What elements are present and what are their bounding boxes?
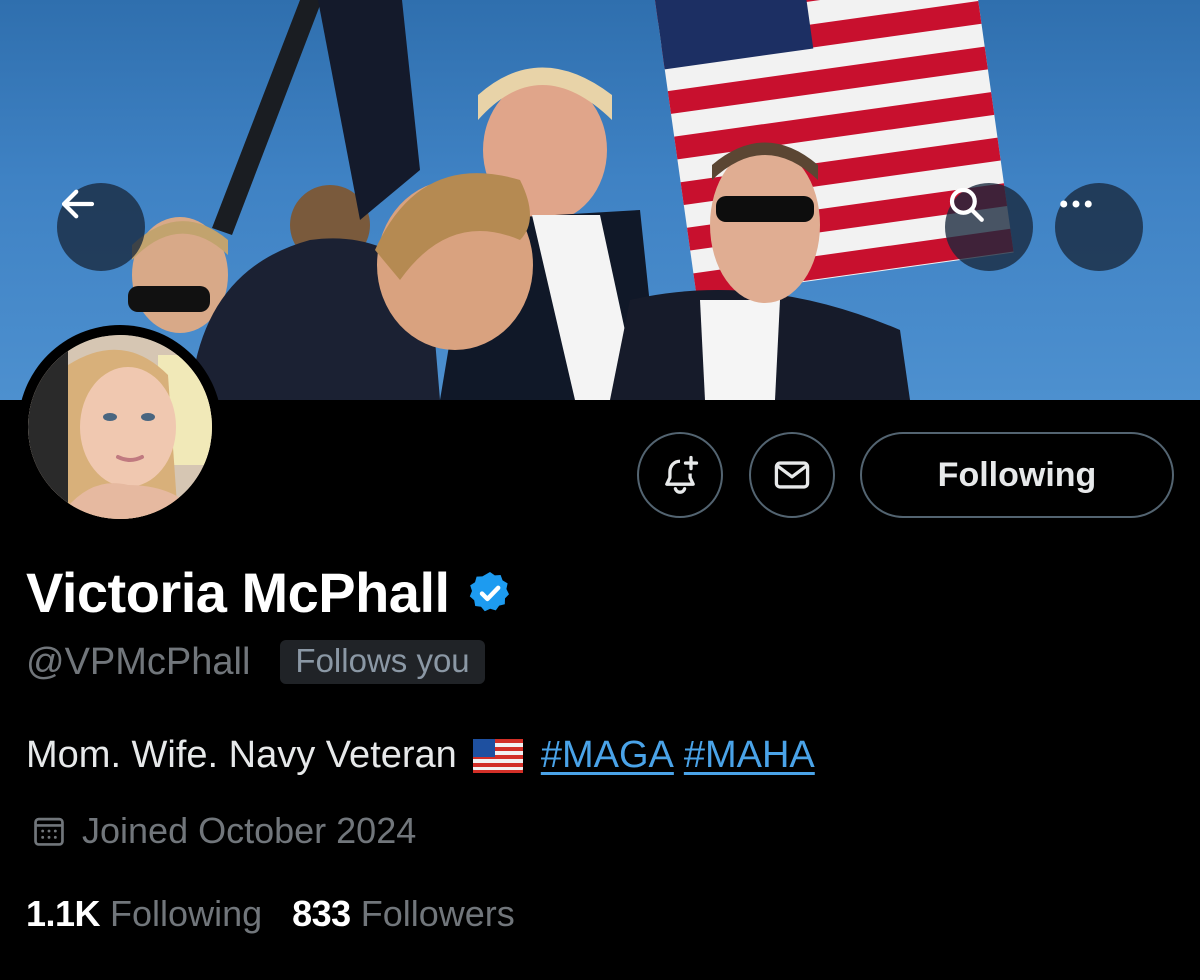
username-handle: @VPMcPhall: [26, 640, 251, 683]
more-horizontal-icon: [1060, 200, 1092, 208]
following-button[interactable]: Following: [860, 432, 1174, 518]
joined-date-text: Joined October 2024: [82, 810, 417, 851]
profile-name-row: Victoria McPhall: [26, 560, 514, 625]
hashtag-link-maha[interactable]: #MAHA: [684, 734, 815, 777]
followers-label: Followers: [360, 893, 515, 934]
display-name: Victoria McPhall: [26, 561, 450, 624]
avatar-photo: [28, 335, 212, 519]
following-label: Following: [110, 893, 263, 934]
avatar-frame: [18, 325, 222, 529]
message-button[interactable]: [749, 432, 835, 518]
following-stat-link[interactable]: 1.1K Following: [26, 893, 262, 935]
calendar-icon: [34, 817, 64, 846]
search-button[interactable]: [945, 183, 1033, 271]
profile-banner[interactable]: [0, 0, 1200, 400]
envelope-icon: [774, 461, 810, 489]
bio-text: Mom. Wife. Navy Veteran: [26, 734, 457, 776]
followers-count: 833: [292, 893, 351, 934]
following-button-label: Following: [937, 455, 1097, 494]
profile-bio: Mom. Wife. Navy Veteran #MAGA #MAHA: [26, 734, 825, 777]
follow-stats: 1.1K Following 833 Followers: [26, 893, 545, 935]
followers-stat-link[interactable]: 833 Followers: [292, 893, 515, 935]
search-icon: [949, 187, 984, 222]
follows-you-badge: Follows you: [280, 640, 485, 684]
bell-plus-icon: [665, 455, 699, 494]
handle-row: @VPMcPhall Follows you: [26, 640, 485, 684]
more-options-button[interactable]: [1055, 183, 1143, 271]
back-button[interactable]: [57, 183, 145, 271]
avatar[interactable]: [28, 335, 212, 519]
following-count: 1.1K: [26, 893, 101, 934]
notifications-button[interactable]: [637, 432, 723, 518]
arrow-left-icon: [61, 189, 95, 219]
verified-badge-icon[interactable]: [466, 569, 514, 617]
joined-date-row: Joined October 2024: [30, 810, 416, 852]
hashtag-link-maga[interactable]: #MAGA: [541, 734, 674, 777]
us-flag-emoji-icon: [472, 738, 523, 773]
